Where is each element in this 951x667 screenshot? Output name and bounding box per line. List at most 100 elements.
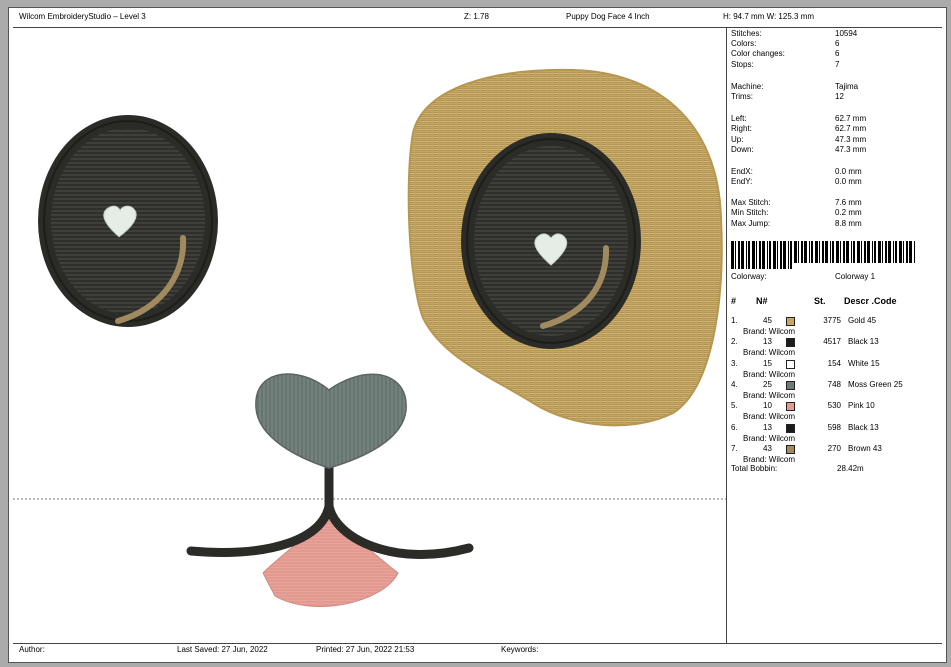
thread-description: White 15 bbox=[848, 358, 880, 368]
zoom-label: Z: 1.78 bbox=[464, 12, 489, 21]
stat-value: 6 bbox=[835, 39, 840, 48]
barcode-bar bbox=[832, 241, 834, 263]
stat-row: Down: 47.3 mm bbox=[731, 145, 941, 155]
stat-row: Stops: 7 bbox=[731, 60, 941, 70]
stat-value: Tajima bbox=[835, 82, 859, 91]
color-index: 1. bbox=[731, 316, 738, 325]
stat-label: Color changes: bbox=[731, 49, 785, 58]
color-index: 5. bbox=[731, 401, 738, 411]
needle-number: 25 bbox=[763, 379, 772, 389]
stat-label: Right: bbox=[731, 124, 752, 133]
total-bobbin-label: Total Bobbin: bbox=[731, 464, 778, 473]
thread-color-swatch bbox=[786, 317, 795, 326]
stat-value: 0.2 mm bbox=[835, 208, 862, 217]
thread-description: Gold 45 bbox=[848, 316, 877, 325]
stat-label: Max Stitch: bbox=[731, 198, 771, 207]
app-title: Wilcom EmbroideryStudio – Level 3 bbox=[19, 12, 146, 21]
left-eye bbox=[38, 115, 218, 327]
thread-brand: Brand: Wilcom bbox=[743, 390, 796, 400]
color-row: 1. 45 3775 Gold 45 Brand: Wilcom bbox=[731, 316, 941, 337]
stat-label: Min Stitch: bbox=[731, 208, 769, 217]
barcode-bar bbox=[762, 241, 765, 269]
needle-number: 13 bbox=[763, 422, 772, 432]
barcode-bar bbox=[851, 241, 852, 263]
thread-brand: Brand: Wilcom bbox=[743, 327, 796, 336]
barcode-bar bbox=[853, 241, 855, 263]
thread-color-swatch bbox=[786, 359, 795, 369]
stat-label: Stops: bbox=[731, 60, 754, 69]
stat-value: 8.8 mm bbox=[835, 219, 862, 228]
barcode-bar bbox=[843, 241, 845, 263]
stat-label: Max Jump: bbox=[731, 219, 771, 228]
barcode-bar bbox=[874, 241, 876, 263]
thread-color-swatch bbox=[786, 402, 795, 412]
color-row: 3. 15 154 White 15 Brand: Wilcom bbox=[731, 359, 941, 380]
barcode-bar bbox=[794, 241, 797, 263]
stitch-count: 3775 bbox=[823, 316, 841, 325]
print-preview-sheet: Wilcom EmbroideryStudio – Level 3 Z: 1.7… bbox=[8, 7, 947, 663]
footer-last-saved: Last Saved: 27 Jun, 2022 bbox=[177, 645, 268, 654]
footer-divider bbox=[13, 643, 942, 644]
barcode-bar bbox=[867, 241, 870, 263]
thread-color-swatch bbox=[786, 380, 795, 390]
stitch-count: 598 bbox=[827, 422, 841, 432]
color-row: 7. 43 270 Brown 43 Brand: Wilcom bbox=[731, 444, 941, 465]
stat-label: Up: bbox=[731, 135, 744, 144]
needle-number: 13 bbox=[763, 337, 772, 347]
footer-printed: Printed: 27 Jun, 2022 21:53 bbox=[316, 645, 415, 654]
barcode-bar bbox=[756, 241, 757, 269]
barcode-bar bbox=[735, 241, 736, 269]
thread-color-swatch bbox=[786, 338, 795, 348]
col-header-needle: N# bbox=[756, 296, 768, 306]
design-canvas bbox=[13, 28, 726, 643]
needle-number: 15 bbox=[763, 358, 772, 368]
footer-author: Author: bbox=[19, 645, 45, 654]
design-dimensions: H: 94.7 mm W: 125.3 mm bbox=[723, 12, 814, 21]
barcode-bar bbox=[903, 241, 904, 263]
stat-row: Right: 62.7 mm bbox=[731, 124, 941, 134]
barcode-bar bbox=[885, 241, 887, 263]
stat-row: EndX: 0.0 mm bbox=[731, 167, 941, 177]
barcode-bar bbox=[769, 241, 771, 269]
barcode-bar bbox=[893, 241, 894, 263]
stat-value: 0.0 mm bbox=[835, 167, 862, 176]
stat-row: Trims: 12 bbox=[731, 92, 941, 102]
barcode-bar bbox=[840, 241, 841, 263]
barcode-bar bbox=[773, 241, 776, 269]
barcode-bar bbox=[864, 241, 866, 263]
tongue bbox=[262, 509, 399, 607]
stat-label: Trims: bbox=[731, 92, 753, 101]
thread-brand: Brand: Wilcom bbox=[743, 348, 796, 358]
stat-row: Min Stitch: 0.2 mm bbox=[731, 208, 941, 218]
stat-row: EndY: 0.0 mm bbox=[731, 177, 941, 187]
thread-color-swatch bbox=[786, 444, 795, 454]
needle-number: 43 bbox=[763, 443, 772, 453]
colorway-value: Colorway 1 bbox=[835, 272, 876, 281]
barcode-bar bbox=[836, 241, 839, 263]
panel-divider bbox=[726, 28, 727, 644]
barcode-bar bbox=[777, 241, 778, 269]
color-index: 6. bbox=[731, 422, 738, 432]
barcode-bar bbox=[878, 241, 881, 263]
stat-value: 6 bbox=[835, 49, 840, 58]
nose bbox=[255, 373, 407, 469]
needle-number: 45 bbox=[763, 316, 772, 325]
barcode-bar bbox=[780, 241, 782, 269]
design-barcode bbox=[731, 241, 915, 269]
barcode-bar bbox=[857, 241, 860, 263]
barcode-bar bbox=[798, 241, 799, 263]
stat-value: 7.6 mm bbox=[835, 198, 862, 207]
total-bobbin-value: 28.42m bbox=[837, 464, 864, 473]
stitch-count: 748 bbox=[827, 379, 841, 389]
stitch-count: 154 bbox=[827, 358, 841, 368]
thread-description: Brown 43 bbox=[848, 443, 882, 453]
barcode-bar bbox=[909, 241, 912, 263]
barcode-bar bbox=[846, 241, 849, 263]
stat-row: Max Jump: 8.8 mm bbox=[731, 219, 941, 229]
barcode-bar bbox=[783, 241, 786, 269]
stat-row: Up: 47.3 mm bbox=[731, 135, 941, 145]
stat-row: Color changes: 6 bbox=[731, 49, 941, 59]
col-header-stitches: St. bbox=[814, 296, 826, 306]
stitch-count: 530 bbox=[827, 401, 841, 411]
stat-row: Stitches: 10594 bbox=[731, 29, 941, 39]
